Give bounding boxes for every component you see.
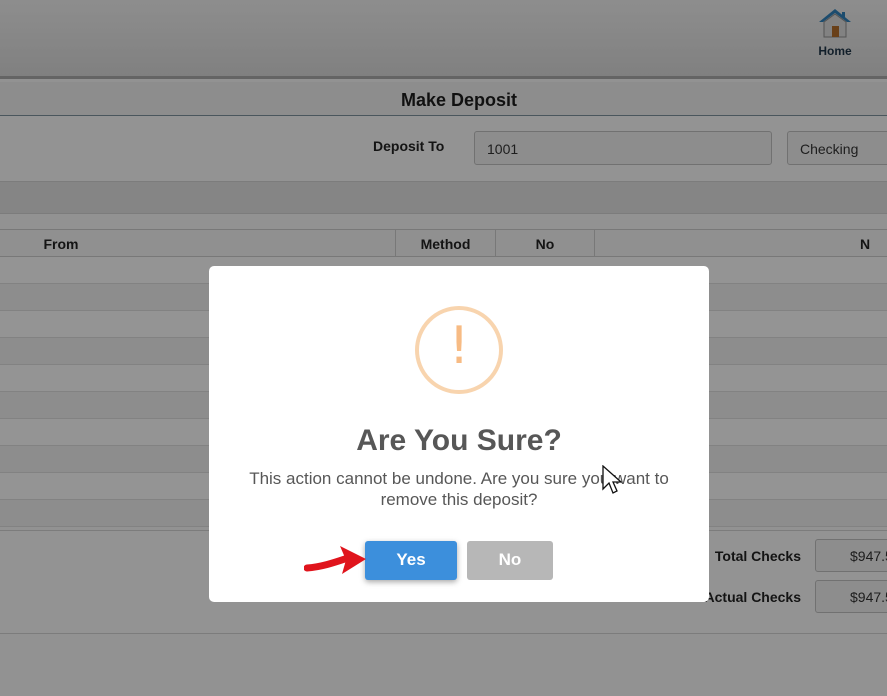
exclamation-warning-icon: !	[415, 306, 503, 394]
red-arrow-annotation-icon	[304, 546, 366, 574]
dialog-title: Are You Sure?	[356, 424, 562, 457]
mouse-cursor-icon	[602, 465, 622, 494]
no-button[interactable]: No	[467, 541, 553, 580]
exclamation-mark: !	[448, 316, 470, 376]
confirm-dialog: ! Are You Sure? This action cannot be un…	[209, 266, 709, 602]
yes-button[interactable]: Yes	[365, 541, 457, 580]
